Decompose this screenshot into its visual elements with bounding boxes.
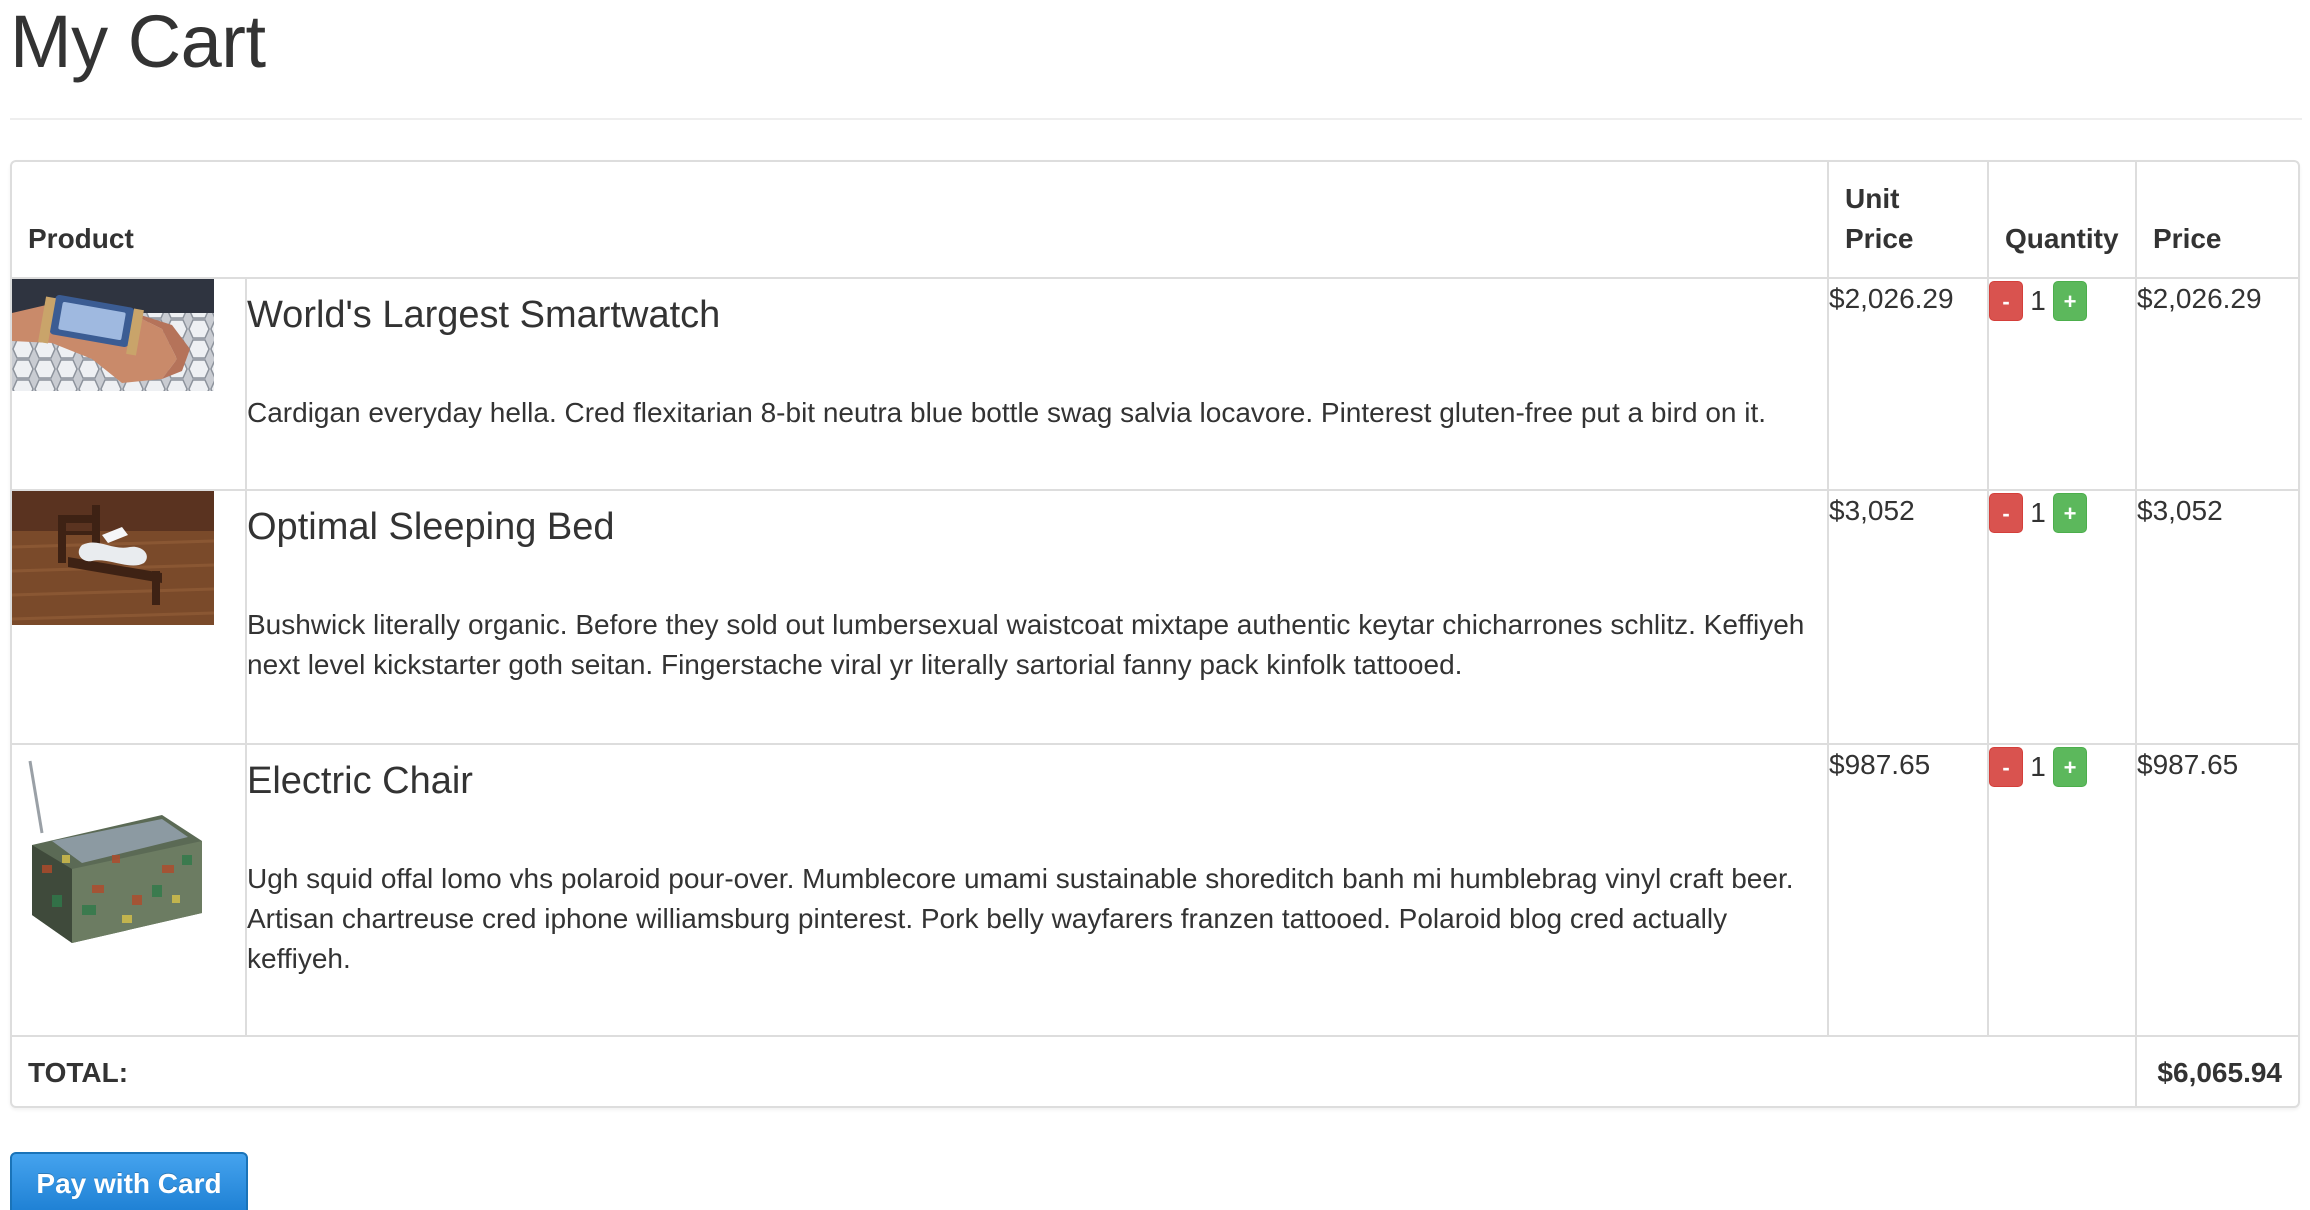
bed-photo[interactable] — [12, 491, 214, 625]
table-row: Optimal Sleeping Bed Bushwick literally … — [12, 489, 2298, 745]
product-info-cell: Optimal Sleeping Bed Bushwick literally … — [245, 489, 1829, 745]
product-info-cell: Electric Chair Ugh squid offal lomo vhs … — [245, 743, 1829, 1037]
product-description: Cardigan everyday hella. Cred flexitaria… — [247, 397, 1767, 428]
header-unit-price-line2: Price — [1845, 223, 1914, 254]
decrement-quantity-button[interactable]: - — [1989, 747, 2023, 787]
cart-table: Product Unit Price Quantity Price World'… — [12, 162, 2298, 1106]
quantity-value: 1 — [2030, 497, 2046, 528]
total-amount: $6,065.94 — [2135, 1035, 2298, 1106]
title-divider — [10, 118, 2302, 120]
product-thumbnail-cell — [12, 489, 247, 745]
increment-quantity-button[interactable]: + — [2053, 747, 2087, 787]
page-title: My Cart — [10, 0, 266, 83]
quantity-stepper: - 1 + — [1987, 743, 2137, 1037]
quantity-stepper: - 1 + — [1987, 277, 2137, 491]
increment-quantity-button[interactable]: + — [2053, 493, 2087, 533]
header-quantity: Quantity — [1987, 162, 2137, 279]
header-price: Price — [2135, 162, 2298, 279]
cart-table-panel: Product Unit Price Quantity Price World'… — [10, 160, 2300, 1108]
unit-price: $2,026.29 — [1827, 277, 1989, 491]
table-row: Electric Chair Ugh squid offal lomo vhs … — [12, 743, 2298, 1037]
quantity-value: 1 — [2030, 285, 2046, 316]
chair-photo[interactable] — [12, 745, 214, 949]
line-price: $3,052 — [2135, 489, 2298, 745]
quantity-controls: - 1 + — [1989, 279, 2135, 323]
line-price: $987.65 — [2135, 743, 2298, 1037]
cart-page: My Cart Product Unit Price Quantity Price — [0, 0, 2310, 1210]
table-header-row: Product Unit Price Quantity Price — [12, 162, 2298, 279]
quantity-controls: - 1 + — [1989, 491, 2135, 535]
product-thumbnail-cell — [12, 277, 247, 491]
pay-with-card-button[interactable]: Pay with Card — [10, 1152, 248, 1210]
total-label: TOTAL: — [12, 1035, 2137, 1106]
increment-quantity-button[interactable]: + — [2053, 281, 2087, 321]
product-info-cell: World's Largest Smartwatch Cardigan ever… — [245, 277, 1829, 491]
unit-price: $987.65 — [1827, 743, 1989, 1037]
quantity-stepper: - 1 + — [1987, 489, 2137, 745]
table-row: World's Largest Smartwatch Cardigan ever… — [12, 277, 2298, 491]
line-price: $2,026.29 — [2135, 277, 2298, 491]
product-description: Ugh squid offal lomo vhs polaroid pour-o… — [247, 863, 1794, 974]
header-unit-price-line1: Unit — [1845, 183, 1900, 214]
total-row: TOTAL: $6,065.94 — [12, 1035, 2298, 1106]
unit-price: $3,052 — [1827, 489, 1989, 745]
quantity-controls: - 1 + — [1989, 745, 2135, 789]
header-product: Product — [12, 162, 1829, 279]
quantity-value: 1 — [2030, 751, 2046, 782]
product-description: Bushwick literally organic. Before they … — [247, 609, 1805, 680]
product-name[interactable]: Optimal Sleeping Bed — [247, 503, 1827, 551]
product-name[interactable]: Electric Chair — [247, 757, 1827, 805]
product-name[interactable]: World's Largest Smartwatch — [247, 291, 1827, 339]
decrement-quantity-button[interactable]: - — [1989, 493, 2023, 533]
product-thumbnail-cell — [12, 743, 247, 1037]
decrement-quantity-button[interactable]: - — [1989, 281, 2023, 321]
smartwatch-photo[interactable] — [12, 279, 214, 391]
header-unit-price: Unit Price — [1827, 162, 1989, 279]
